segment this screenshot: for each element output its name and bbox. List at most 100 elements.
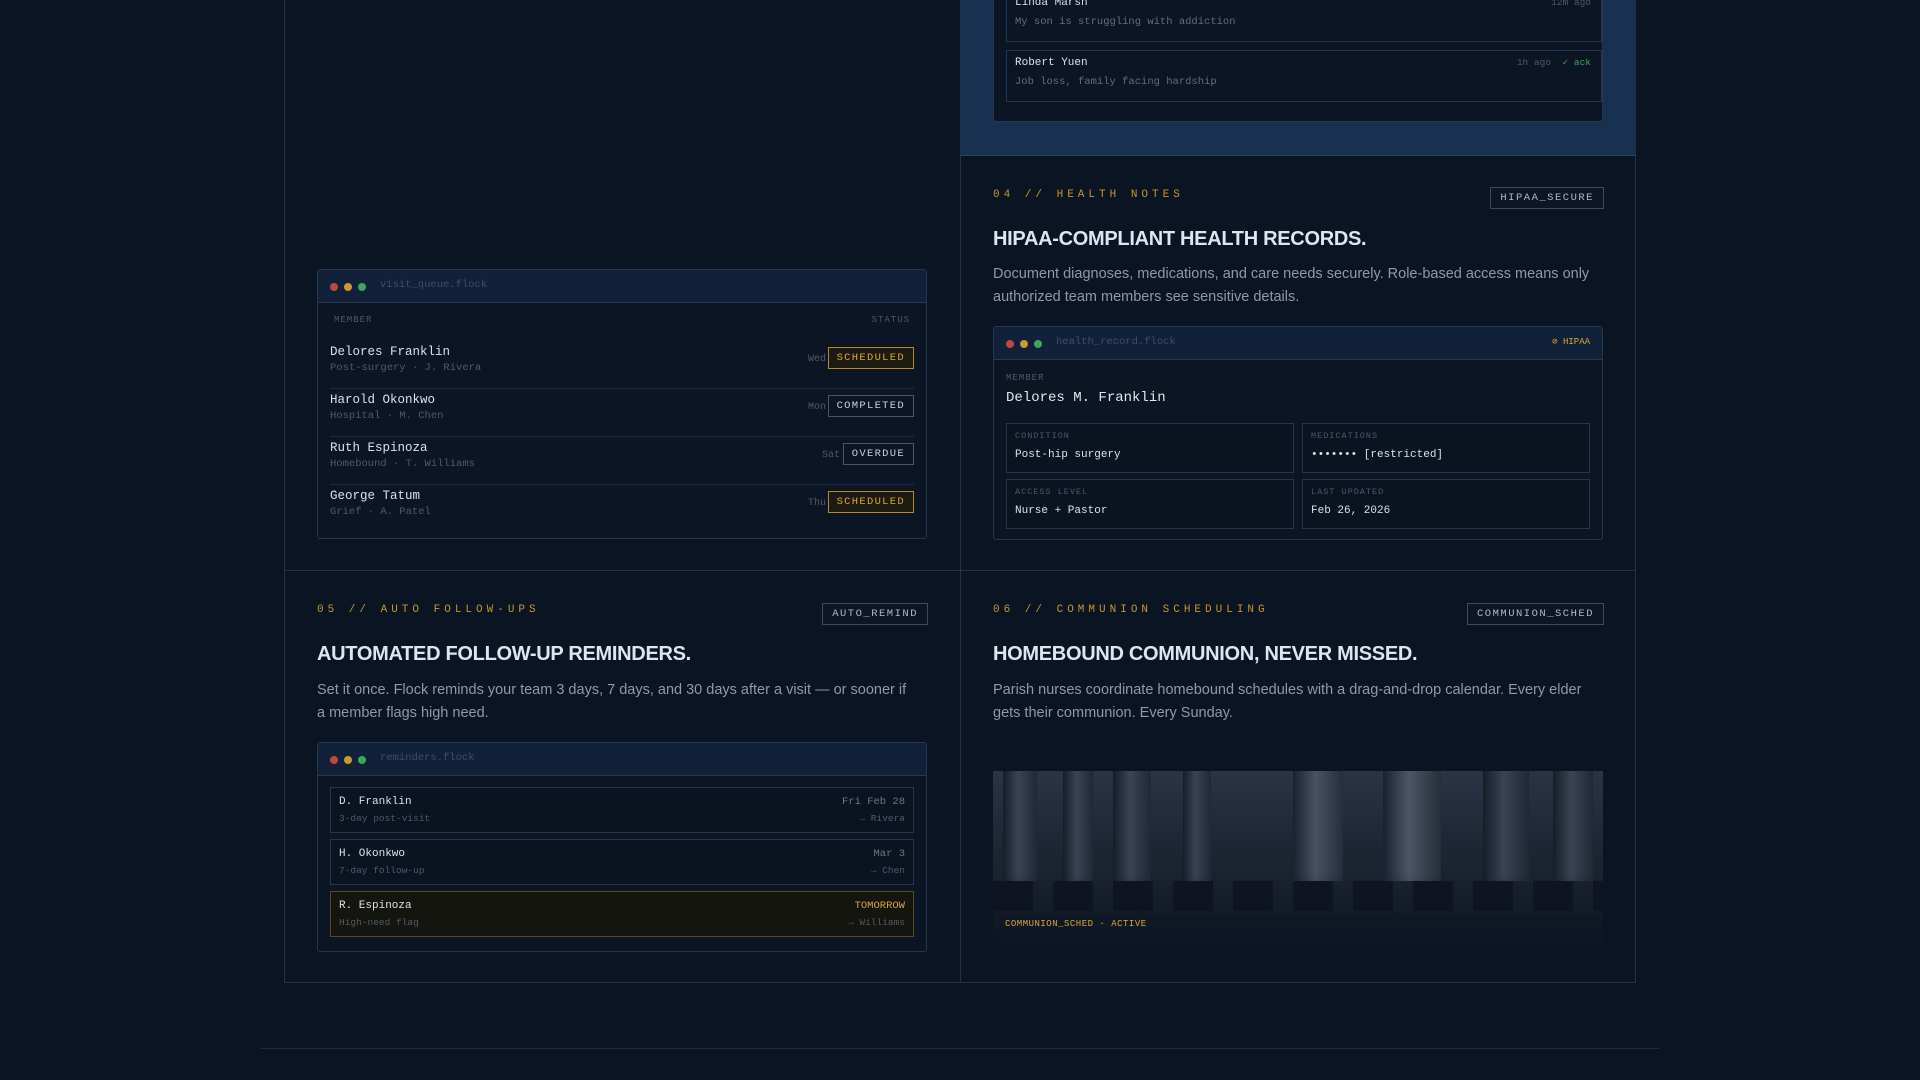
table-row[interactable]: Harold Okonkwo Hospital · M. Chen Mon CO… xyxy=(330,388,914,437)
field-label: MEDICATIONS xyxy=(1311,431,1379,441)
visit-queue-cell: visit_queue.flock MEMBER STATUS Delores … xyxy=(285,0,961,571)
list-item[interactable]: Linda Marsh 12m ago My son is struggling… xyxy=(1006,0,1602,42)
reminder-type: High-need flag xyxy=(339,917,419,928)
communion-sched-tag: COMMUNION_SCHED xyxy=(1466,603,1604,625)
minimize-dot-icon[interactable] xyxy=(344,756,352,764)
member-name: Delores M. Franklin xyxy=(1006,390,1166,406)
status-badge: SCHEDULED xyxy=(827,491,914,513)
reminder-assignee: → Williams xyxy=(847,917,905,928)
member-name: Harold Okonkwo xyxy=(330,393,436,407)
health-notes-cell: 04 // HEALTH NOTES HIPAA_SECURE HIPAA-CO… xyxy=(961,156,1636,571)
section-title: AUTOMATED FOLLOW-UP REMINDERS. xyxy=(317,643,691,665)
message-time: 12m ago xyxy=(1551,0,1591,8)
hipaa-lock-badge: ⊘ HIPAA xyxy=(1552,337,1590,347)
hipaa-tag: HIPAA_SECURE xyxy=(1490,187,1604,209)
member-label: MEMBER xyxy=(1006,373,1045,383)
minimize-dot-icon[interactable] xyxy=(1020,340,1028,348)
visit-day: Sat xyxy=(821,450,840,461)
reminder-assignee: → Chen xyxy=(870,865,905,876)
reminder-date: Mar 3 xyxy=(873,848,905,860)
section-description: Parish nurses coordinate homebound sched… xyxy=(993,682,1582,721)
section-description: Set it once. Flock reminds your team 3 d… xyxy=(317,682,907,721)
close-dot-icon[interactable] xyxy=(330,283,338,291)
photo-caption: COMMUNION_SCHED · ACTIVE xyxy=(1005,919,1147,929)
window-title: visit_queue.flock xyxy=(380,279,488,291)
window-titlebar: visit_queue.flock xyxy=(318,270,926,303)
status-badge: SCHEDULED xyxy=(827,347,914,369)
window-titlebar: health_record.flock ⊘ HIPAA xyxy=(994,327,1602,360)
section-title: HOMEBOUND COMMUNION, NEVER MISSED. xyxy=(993,643,1418,665)
field-value: Nurse + Pastor xyxy=(1015,505,1108,517)
section-description: Document diagnoses, medications, and car… xyxy=(993,266,1590,305)
auto-remind-tag: AUTO_REMIND xyxy=(822,603,928,625)
close-dot-icon[interactable] xyxy=(1006,340,1014,348)
reminder-type: 7-day follow-up xyxy=(339,865,425,876)
visit-day: Mon xyxy=(807,402,826,413)
reminder-date: TOMORROW xyxy=(854,900,905,912)
status-badge: OVERDUE xyxy=(842,443,914,465)
health-record-window: health_record.flock ⊘ HIPAA MEMBER Delor… xyxy=(993,326,1603,540)
condition-field: CONDITION Post-hip surgery xyxy=(1006,423,1294,473)
close-dot-icon[interactable] xyxy=(330,756,338,764)
reminder-date: Fri Feb 28 xyxy=(841,796,905,808)
member-sub: Homebound · T. Williams xyxy=(330,458,475,470)
status-badge: COMPLETED xyxy=(827,395,914,417)
message-sender: Robert Yuen xyxy=(1015,57,1088,69)
window-titlebar: reminders.flock xyxy=(318,743,926,776)
message-text: My son is struggling with addiction xyxy=(1015,16,1236,28)
access-level-field: ACCESS LEVEL Nurse + Pastor xyxy=(1006,479,1294,529)
last-updated-field: LAST UPDATED Feb 26, 2026 xyxy=(1302,479,1590,529)
visit-day: Thu xyxy=(807,498,826,509)
visit-day: Wed xyxy=(807,354,826,365)
section-title: HIPAA-COMPLIANT HEALTH RECORDS. xyxy=(993,228,1367,250)
message-sender: Linda Marsh xyxy=(1015,0,1088,9)
list-item[interactable]: R. Espinoza High-need flag TOMORROW → Wi… xyxy=(330,891,914,937)
member-name: Delores Franklin xyxy=(330,345,451,359)
member-name: Ruth Espinoza xyxy=(330,441,428,455)
member-sub: Post-surgery · J. Rivera xyxy=(330,362,482,374)
column-status: STATUS xyxy=(871,315,910,325)
list-item[interactable]: D. Franklin 3-day post-visit Fri Feb 28 … xyxy=(330,787,914,833)
member-name: George Tatum xyxy=(330,489,421,503)
messages-cell: Linda Marsh 12m ago My son is struggling… xyxy=(961,0,1636,156)
messages-window: Linda Marsh 12m ago My son is struggling… xyxy=(993,0,1603,122)
section-eyebrow: 04 // HEALTH NOTES xyxy=(993,189,1184,201)
message-time: 1h ago ✓ ack xyxy=(1517,57,1591,68)
feature-grid: visit_queue.flock MEMBER STATUS Delores … xyxy=(284,0,1636,983)
ack-label: ✓ ack xyxy=(1562,57,1591,68)
communion-cell: 06 // COMMUNION SCHEDULING COMMUNION_SCH… xyxy=(961,571,1636,982)
reminder-member: D. Franklin xyxy=(339,796,412,808)
reminder-member: R. Espinoza xyxy=(339,900,412,912)
column-member: MEMBER xyxy=(334,315,373,325)
field-value: Feb 26, 2026 xyxy=(1311,505,1391,517)
member-sub: Hospital · M. Chen xyxy=(330,410,444,422)
minimize-dot-icon[interactable] xyxy=(344,283,352,291)
reminder-type: 3-day post-visit xyxy=(339,813,431,824)
table-row[interactable]: Ruth Espinoza Homebound · T. Williams Sa… xyxy=(330,436,914,485)
table-row[interactable]: George Tatum Grief · A. Patel Thu SCHEDU… xyxy=(330,484,914,532)
reminder-assignee: → Rivera xyxy=(859,813,905,824)
message-time-text: 1h ago xyxy=(1516,57,1552,68)
maximize-dot-icon[interactable] xyxy=(358,283,366,291)
message-text: Job loss, family facing hardship xyxy=(1015,76,1217,88)
reminder-member: H. Okonkwo xyxy=(339,848,406,860)
visit-queue-window: visit_queue.flock MEMBER STATUS Delores … xyxy=(317,269,927,539)
list-item[interactable]: H. Okonkwo 7-day follow-up Mar 3 → Chen xyxy=(330,839,914,885)
maximize-dot-icon[interactable] xyxy=(358,756,366,764)
field-value: Post-hip surgery xyxy=(1015,449,1121,461)
field-value: ••••••• [restricted] xyxy=(1311,449,1444,461)
section-eyebrow: 06 // COMMUNION SCHEDULING xyxy=(993,604,1269,616)
window-title: health_record.flock xyxy=(1056,336,1176,348)
list-item[interactable]: Robert Yuen 1h ago ✓ ack Job loss, famil… xyxy=(1006,50,1602,102)
reminders-window: reminders.flock D. Franklin 3-day post-v… xyxy=(317,742,927,952)
footer-divider xyxy=(260,1048,1660,1049)
church-interior-image: COMMUNION_SCHED · ACTIVE xyxy=(993,771,1603,951)
table-row[interactable]: Delores Franklin Post-surgery · J. River… xyxy=(330,340,914,389)
field-label: CONDITION xyxy=(1015,431,1070,441)
follow-ups-cell: 05 // AUTO FOLLOW-UPS AUTO_REMIND AUTOMA… xyxy=(285,571,961,982)
medications-field: MEDICATIONS ••••••• [restricted] xyxy=(1302,423,1590,473)
maximize-dot-icon[interactable] xyxy=(1034,340,1042,348)
section-eyebrow: 05 // AUTO FOLLOW-UPS xyxy=(317,604,540,616)
field-label: LAST UPDATED xyxy=(1311,487,1385,497)
field-label: ACCESS LEVEL xyxy=(1015,487,1089,497)
